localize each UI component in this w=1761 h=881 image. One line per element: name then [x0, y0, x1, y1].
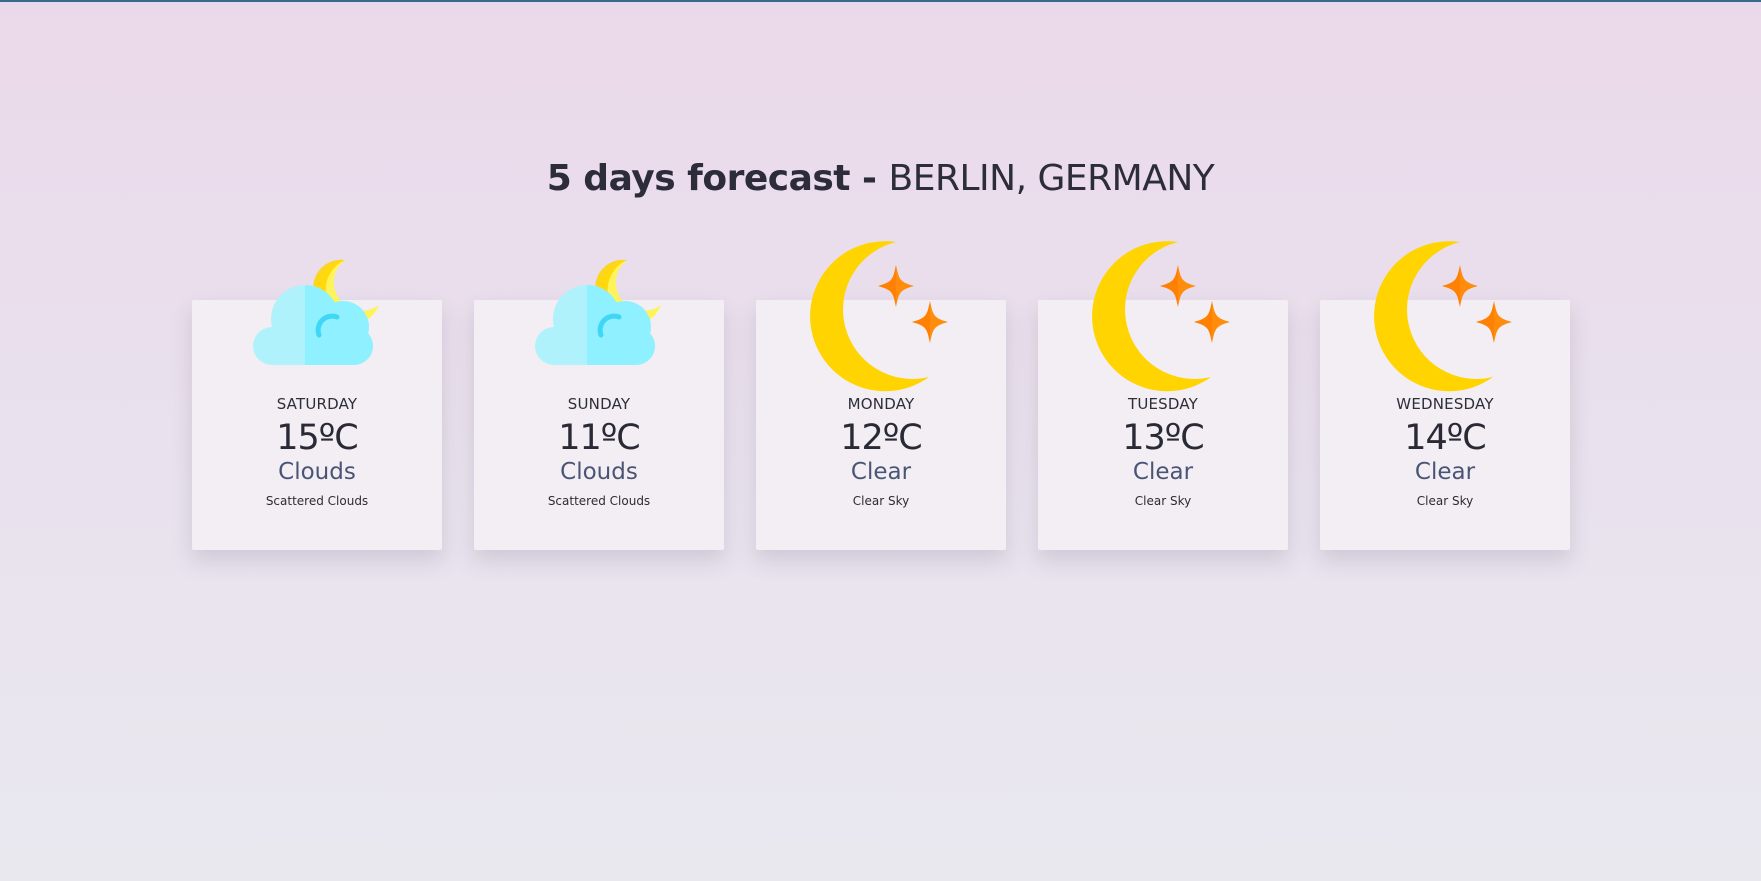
- forecast-card: TUESDAY 13ºC Clear Clear Sky: [1038, 241, 1288, 550]
- weather-main: Clouds: [278, 459, 356, 485]
- temperature: 11ºC: [558, 418, 640, 458]
- weather-main: Clouds: [560, 459, 638, 485]
- day-label: SUNDAY: [567, 395, 631, 413]
- cloud-moon-icon: [253, 259, 379, 365]
- cloud-moon-icon: [535, 259, 661, 365]
- forecast-card: MONDAY 12ºC Clear Clear Sky: [756, 241, 1006, 550]
- weather-description: Clear Sky: [852, 494, 910, 508]
- weather-description: Scattered Clouds: [547, 494, 651, 508]
- temperature: 15ºC: [276, 418, 358, 458]
- title-location: BERLIN, GERMANY: [888, 158, 1215, 199]
- day-label: SATURDAY: [276, 395, 358, 413]
- forecast-card: WEDNESDAY 14ºC Clear Clear Sky: [1320, 241, 1570, 550]
- weather-main: Clear: [1132, 459, 1194, 485]
- temperature: 14ºC: [1404, 418, 1486, 458]
- weather-description: Scattered Clouds: [265, 494, 369, 508]
- moon-stars-icon: [810, 241, 948, 392]
- moon-stars-icon: [1374, 241, 1512, 392]
- page-title: 5 days forecast - BERLIN, GERMANY: [0, 154, 1761, 204]
- day-label: TUESDAY: [1127, 395, 1199, 413]
- weather-description: Clear Sky: [1416, 494, 1474, 508]
- weather-main: Clear: [850, 459, 912, 485]
- temperature: 13ºC: [1122, 418, 1204, 458]
- weather-description: Clear Sky: [1134, 494, 1192, 508]
- temperature: 12ºC: [840, 418, 922, 458]
- day-label: WEDNESDAY: [1396, 395, 1494, 413]
- day-label: MONDAY: [847, 395, 915, 413]
- moon-stars-icon: [1092, 241, 1230, 392]
- top-border: [0, 0, 1761, 2]
- forecast-card: SUNDAY 11ºC Clouds Scattered Clouds: [474, 259, 724, 550]
- title-prefix: 5 days forecast -: [546, 158, 877, 199]
- weather-main: Clear: [1414, 459, 1476, 485]
- forecast-card: SATURDAY 15ºC Clouds Scattered Clouds: [192, 259, 442, 550]
